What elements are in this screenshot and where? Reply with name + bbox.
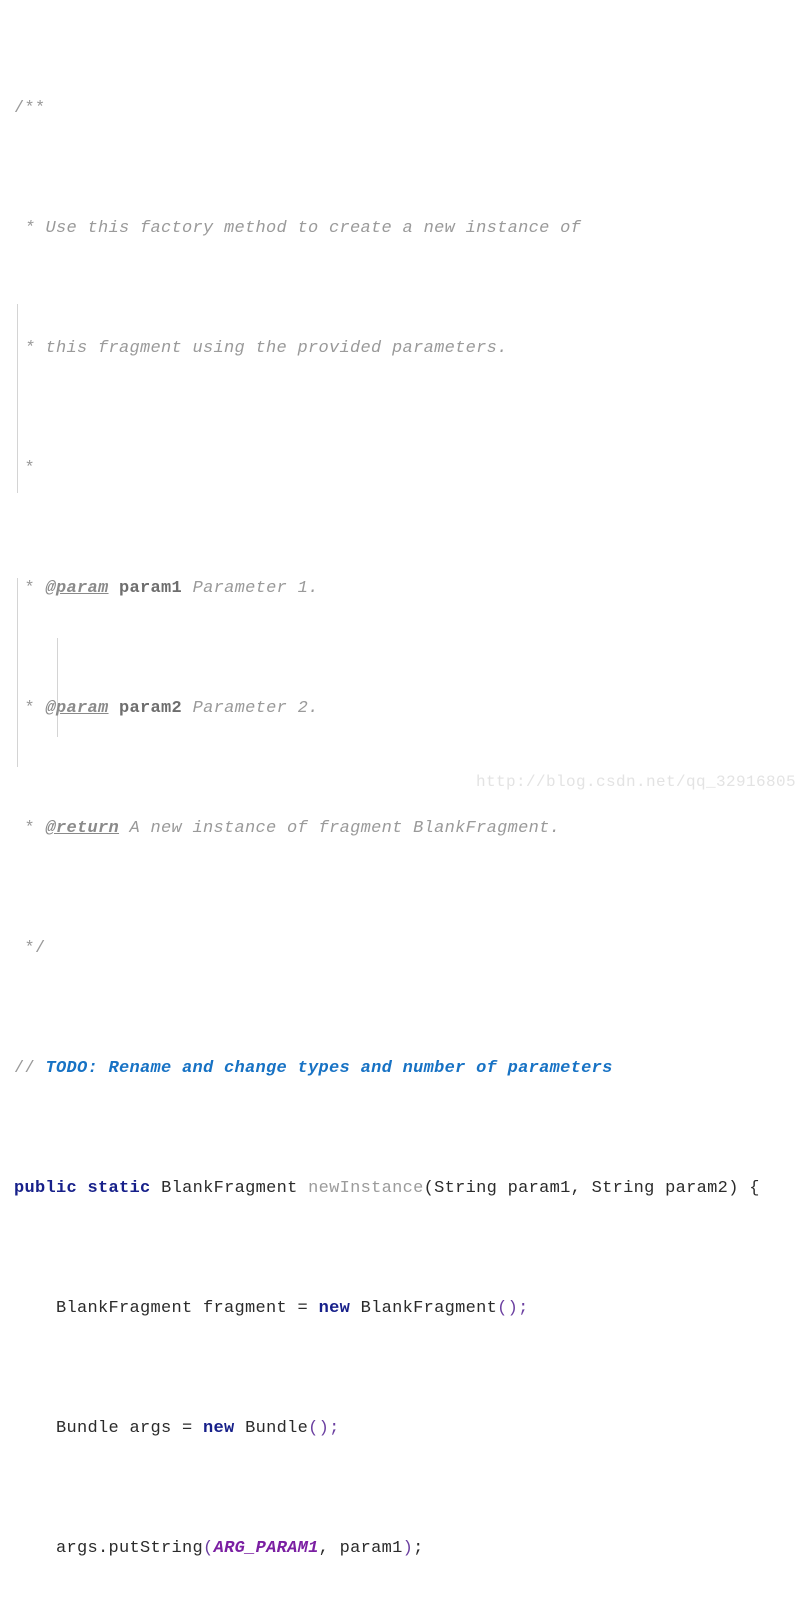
- code-editor-screenshot: /** * Use this factory method to create …: [0, 0, 810, 1558]
- method-signature-params: (String param1, String param2) {: [423, 1179, 760, 1198]
- javadoc-close-token: */: [14, 939, 46, 958]
- javadoc-star: *: [14, 819, 46, 838]
- keyword-new: new: [318, 1299, 351, 1318]
- javadoc-param-desc-2: Parameter 2.: [182, 699, 319, 718]
- code-line-javadoc-param2: * @param param2 Parameter 2.: [14, 694, 810, 724]
- code-content[interactable]: /** * Use this factory method to create …: [0, 0, 810, 1602]
- constructor-parens: ();: [308, 1419, 340, 1438]
- close-paren: ): [402, 1539, 414, 1558]
- bundle-declaration: Bundle args =: [56, 1419, 204, 1438]
- code-line-javadoc-close: */: [14, 934, 810, 964]
- constructor-type: Bundle: [234, 1419, 309, 1438]
- javadoc-param-name-2: param2: [119, 699, 183, 718]
- code-line-javadoc-this: * this fragment using the provided param…: [14, 334, 810, 364]
- javadoc-param-name-1: param1: [119, 579, 183, 598]
- javadoc-tag-param: @param: [45, 699, 109, 718]
- code-line-fragment-decl: BlankFragment fragment = new BlankFragme…: [14, 1294, 810, 1324]
- return-type-blankfragment: BlankFragment: [161, 1179, 298, 1198]
- code-line-javadoc-blank: *: [14, 454, 810, 484]
- fragment-declaration: BlankFragment fragment =: [56, 1299, 319, 1318]
- keyword-static: static: [87, 1179, 151, 1198]
- todo-comment-text: TODO: Rename and change types and number…: [45, 1059, 613, 1078]
- putstring-call-1: args.putString: [56, 1539, 204, 1558]
- javadoc-blank-star: *: [14, 459, 36, 478]
- javadoc-star: *: [14, 579, 46, 598]
- constructor-parens: ();: [497, 1299, 529, 1318]
- code-line-putstring-1: args.putString(ARG_PARAM1, param1);: [14, 1534, 810, 1564]
- constructor-type: BlankFragment: [350, 1299, 498, 1318]
- putstring-arg-1: , param1: [318, 1539, 403, 1558]
- javadoc-space: [109, 699, 120, 718]
- code-line-bundle-decl: Bundle args = new Bundle();: [14, 1414, 810, 1444]
- code-line-javadoc-return: * @return A new instance of fragment Bla…: [14, 814, 810, 844]
- semicolon: ;: [413, 1539, 424, 1558]
- comment-slashes: //: [14, 1059, 46, 1078]
- method-name-newinstance: newInstance: [308, 1179, 424, 1198]
- javadoc-text-this: * this fragment using the provided param…: [14, 339, 508, 358]
- javadoc-tag-param: @param: [45, 579, 109, 598]
- code-line-newinstance-signature: public static BlankFragment newInstance(…: [14, 1174, 810, 1204]
- keyword-new: new: [203, 1419, 235, 1438]
- javadoc-tag-return: @return: [45, 819, 120, 838]
- javadoc-open-token: /**: [14, 99, 46, 118]
- keyword-public: public: [14, 1179, 78, 1198]
- watermark-url: http://blog.csdn.net/qq_32916805: [475, 773, 796, 791]
- javadoc-param-desc-1: Parameter 1.: [182, 579, 319, 598]
- javadoc-space: [109, 579, 120, 598]
- javadoc-return-desc: A new instance of fragment BlankFragment…: [119, 819, 561, 838]
- open-paren: (: [203, 1539, 214, 1558]
- code-line-javadoc-param1: * @param param1 Parameter 1.: [14, 574, 810, 604]
- javadoc-text-use: * Use this factory method to create a ne…: [14, 219, 582, 238]
- javadoc-star: *: [14, 699, 46, 718]
- code-line-todo: // TODO: Rename and change types and num…: [14, 1054, 810, 1084]
- constant-arg-param1: ARG_PARAM1: [213, 1539, 319, 1558]
- code-line-javadoc-open: /**: [14, 94, 810, 124]
- code-line-javadoc-use: * Use this factory method to create a ne…: [14, 214, 810, 244]
